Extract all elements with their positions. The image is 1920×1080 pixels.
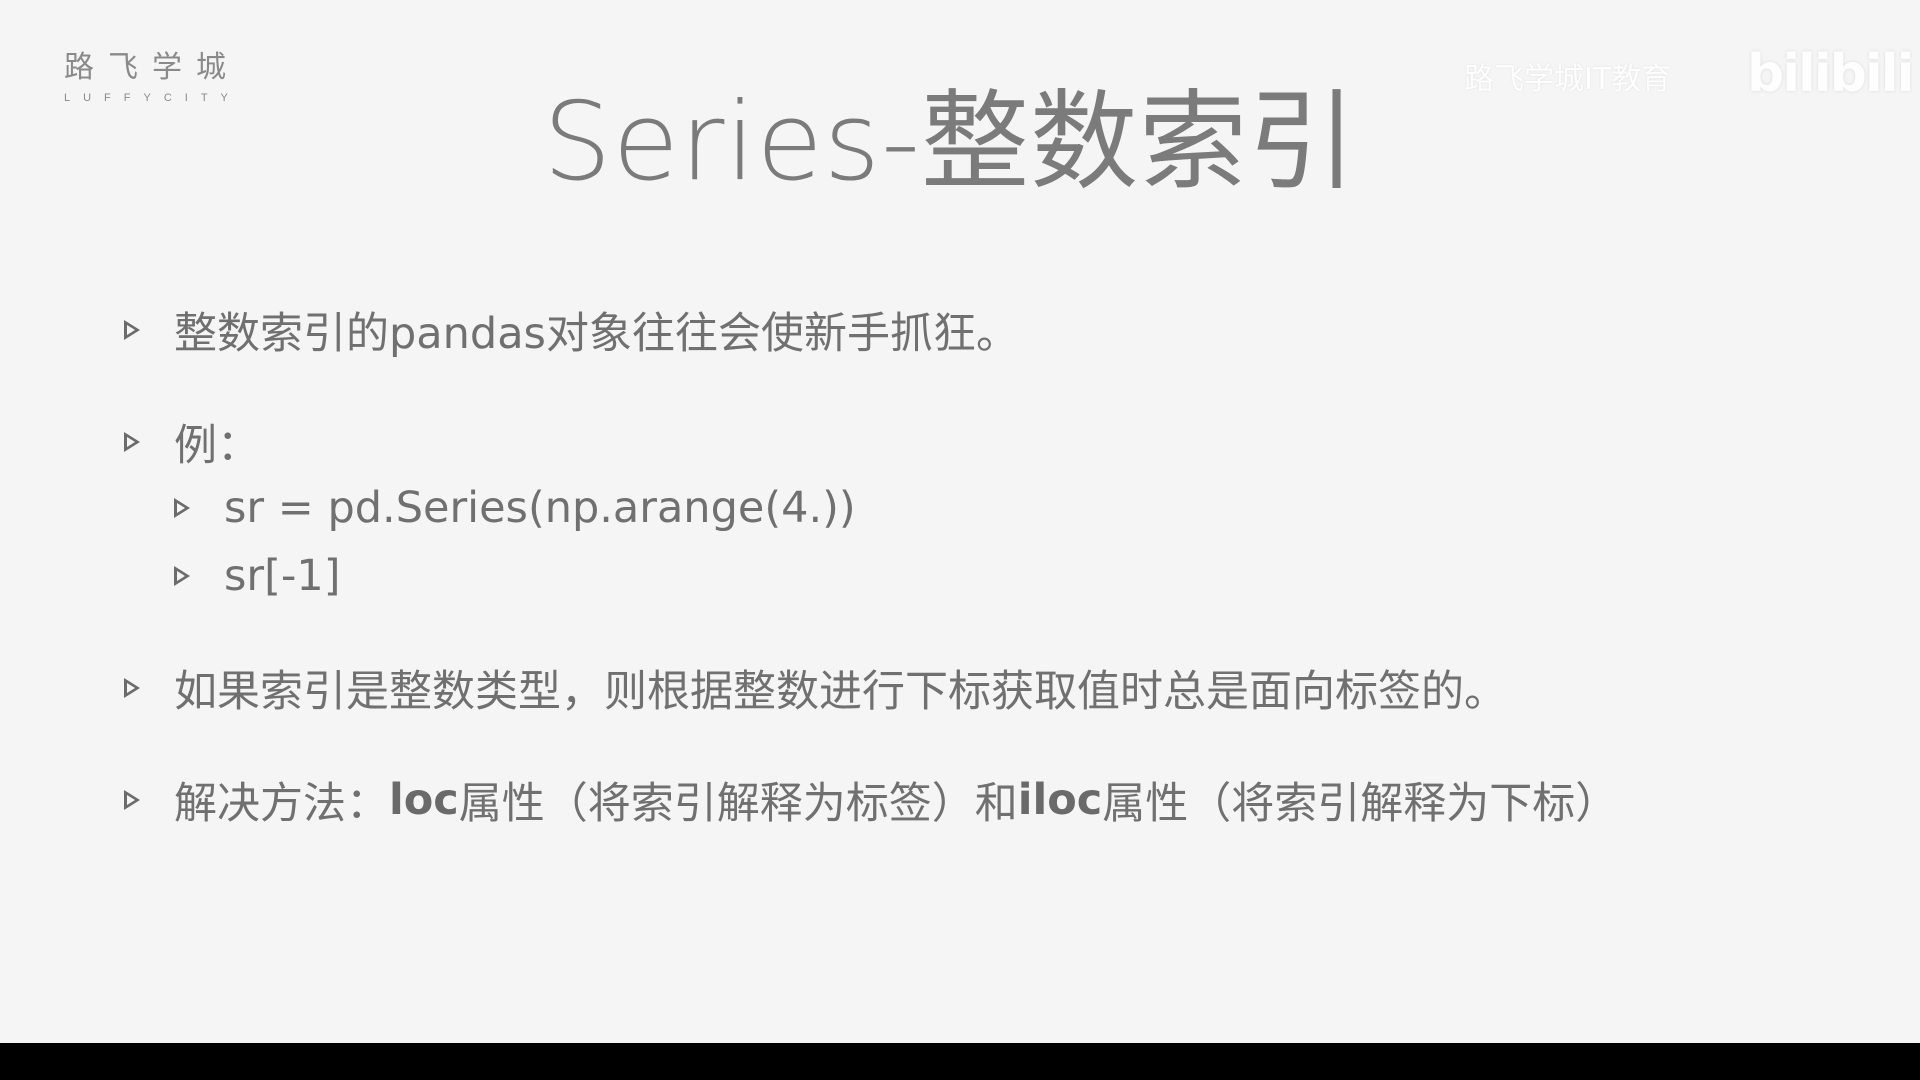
sub-bullet-item: sr[-1]: [172, 546, 341, 606]
bullet-triangle-icon: [122, 431, 144, 453]
loc-keyword: loc: [389, 775, 459, 825]
slide: 路飞学城 LUFFYCITY 路飞学城IT教育 bilibili Series-…: [0, 0, 1920, 1043]
bullet-item: 整数索引的pandas对象往往会使新手抓狂。: [122, 300, 1019, 360]
bullet-triangle-icon: [122, 677, 144, 699]
code-text: sr[-1]: [224, 551, 341, 601]
bullet-text: 整数索引的pandas对象往往会使新手抓狂。: [174, 309, 1019, 359]
bullet-text: 例：: [174, 421, 260, 471]
sub-bullet-item: sr = pd.Series(np.arange(4.)): [172, 478, 856, 538]
bullet-text-prefix: 解决方法：: [174, 779, 389, 829]
bullet-item: 如果索引是整数类型，则根据整数进行下标获取值时总是面向标签的。: [122, 658, 1507, 718]
bullet-triangle-icon: [122, 789, 144, 811]
bullet-triangle-icon: [122, 319, 144, 341]
bullet-triangle-icon: [172, 497, 194, 519]
bullet-triangle-icon: [172, 565, 194, 587]
iloc-description: 属性（将索引解释为下标）: [1102, 779, 1619, 829]
slide-title: Series-整数索引: [542, 80, 1358, 205]
video-bottom-bar: [0, 1043, 1920, 1080]
bullet-item: 例：: [122, 412, 260, 472]
bullet-item: 解决方法： loc 属性（将索引解释为标签）和 iloc 属性（将索引解释为下标…: [122, 770, 1618, 830]
iloc-keyword: iloc: [1017, 775, 1103, 825]
bullet-text: 如果索引是整数类型，则根据整数进行下标获取值时总是面向标签的。: [174, 667, 1507, 717]
code-text: sr = pd.Series(np.arange(4.)): [224, 483, 856, 533]
loc-description: 属性（将索引解释为标签）和: [458, 779, 1018, 829]
